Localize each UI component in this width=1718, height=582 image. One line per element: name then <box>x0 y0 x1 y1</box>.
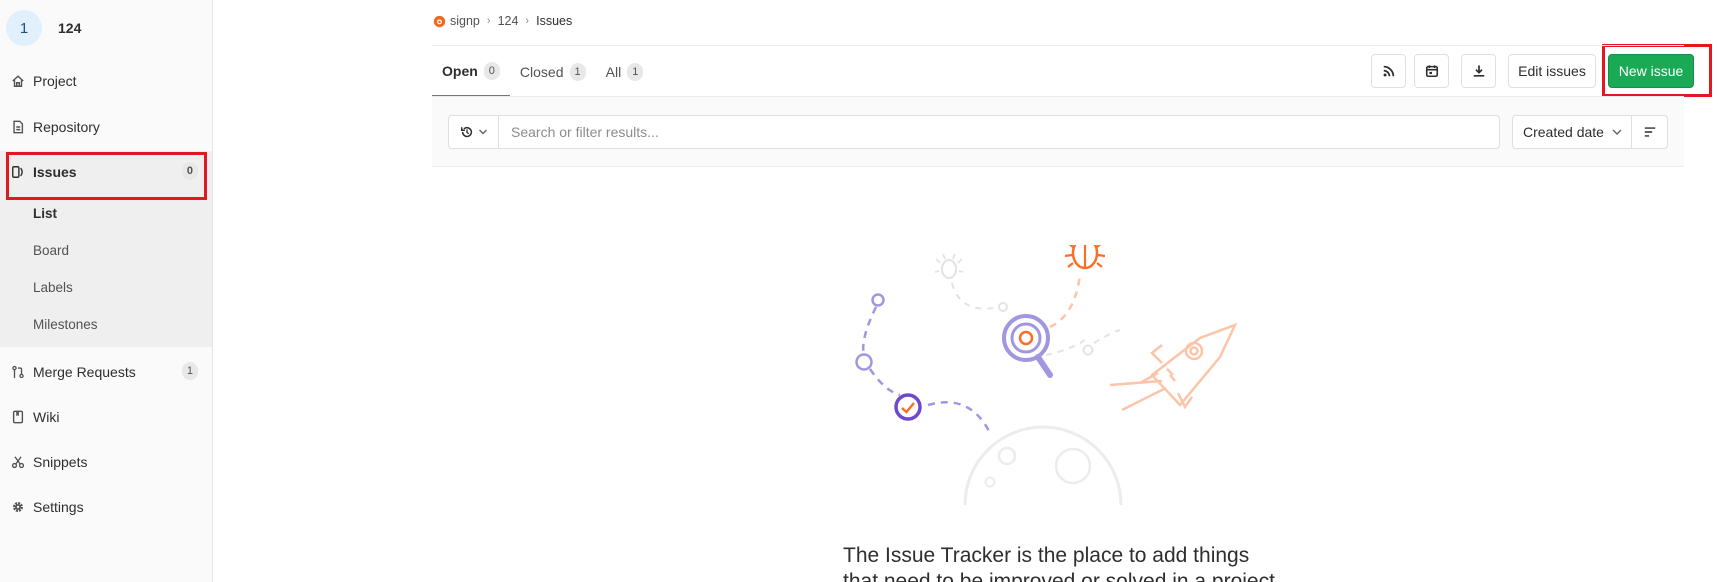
sidebar-subitem-milestones[interactable]: Milestones <box>33 317 98 332</box>
avatar: 1 <box>6 10 42 46</box>
sidebar-item-label: Settings <box>33 499 84 515</box>
project-context[interactable]: 1 124 <box>0 0 212 56</box>
tab-count: 0 <box>483 61 500 80</box>
sidebar-item-project[interactable]: Project <box>0 61 212 101</box>
chevron-down-icon <box>478 129 487 135</box>
empty-state-text: The Issue Tracker is the place to add th… <box>843 544 1275 582</box>
sidebar-item-wiki[interactable]: Wiki <box>0 397 212 437</box>
breadcrumb-project[interactable]: 124 <box>498 14 519 28</box>
tab-closed[interactable]: Closed 1 <box>510 46 596 97</box>
tab-label: All <box>605 63 622 80</box>
merge-request-icon <box>10 364 26 380</box>
sort-label: Created date <box>1523 124 1604 140</box>
tab-count: 1 <box>569 62 586 81</box>
sidebar-item-snippets[interactable]: Snippets <box>0 442 212 482</box>
tab-open[interactable]: Open 0 <box>432 46 510 97</box>
sort-direction-button[interactable] <box>1631 115 1668 149</box>
scissors-icon <box>10 454 26 470</box>
sidebar-item-label: Project <box>33 73 77 89</box>
home-icon <box>10 73 26 89</box>
tab-all[interactable]: All 1 <box>596 46 654 97</box>
rss-icon <box>1383 65 1394 77</box>
export-button[interactable] <box>1461 54 1496 88</box>
group-logo-icon <box>433 15 446 27</box>
new-issue-button[interactable]: New issue <box>1608 54 1694 88</box>
sort-dropdown[interactable]: Created date <box>1512 115 1632 149</box>
sidebar-item-issues[interactable]: Issues 0 <box>0 152 212 192</box>
sidebar-item-label: Wiki <box>33 409 60 425</box>
tab-label: Open <box>442 62 478 79</box>
sidebar-item-merge-requests[interactable]: Merge Requests 1 <box>0 352 212 392</box>
book-icon <box>10 409 26 425</box>
sidebar-subitem-board[interactable]: Board <box>33 243 69 258</box>
rss-button[interactable] <box>1371 54 1406 88</box>
chevron-right-icon: › <box>525 15 530 27</box>
sidebar-subitem-list[interactable]: List <box>33 206 57 221</box>
edit-issues-button[interactable]: Edit issues <box>1508 54 1596 88</box>
breadcrumb-current[interactable]: Issues <box>536 14 572 28</box>
sidebar-item-label: Issues <box>33 164 77 180</box>
chevron-down-icon <box>1612 129 1622 135</box>
tab-label: Closed <box>519 63 564 80</box>
sidebar-item-label: Merge Requests <box>33 364 136 380</box>
breadcrumb: signp › 124 › Issues <box>433 14 572 28</box>
chevron-right-icon: › <box>486 15 491 27</box>
filter-bar: Created date <box>432 97 1684 167</box>
calendar-icon <box>1425 65 1438 78</box>
breadcrumb-group[interactable]: signp <box>450 14 480 28</box>
download-icon <box>1473 65 1484 77</box>
sidebar-item-label: Repository <box>33 119 100 135</box>
sort-lines-icon <box>1644 127 1655 137</box>
search-input[interactable] <box>498 115 1500 149</box>
calendar-button[interactable] <box>1414 54 1449 88</box>
issues-icon <box>10 164 26 180</box>
empty-state-illustration <box>855 245 1238 505</box>
tab-count: 1 <box>627 62 644 81</box>
sidebar-subitem-labels[interactable]: Labels <box>33 280 73 295</box>
doc-icon <box>10 119 26 135</box>
sidebar-item-label: Snippets <box>33 454 88 470</box>
merge-requests-count-badge: 1 <box>181 362 198 380</box>
project-name: 124 <box>58 20 82 36</box>
issues-count-badge: 0 <box>181 162 198 180</box>
recent-searches-dropdown[interactable] <box>448 115 498 149</box>
issue-state-tabs: Open 0 Closed 1 All 1 <box>432 46 653 97</box>
sidebar-item-repository[interactable]: Repository <box>0 107 212 147</box>
gear-icon <box>10 499 26 515</box>
history-icon <box>460 126 472 138</box>
sidebar-item-settings[interactable]: Settings <box>0 487 212 527</box>
sidebar: 1 124 Project Repository Issues 0 List B… <box>0 0 213 582</box>
